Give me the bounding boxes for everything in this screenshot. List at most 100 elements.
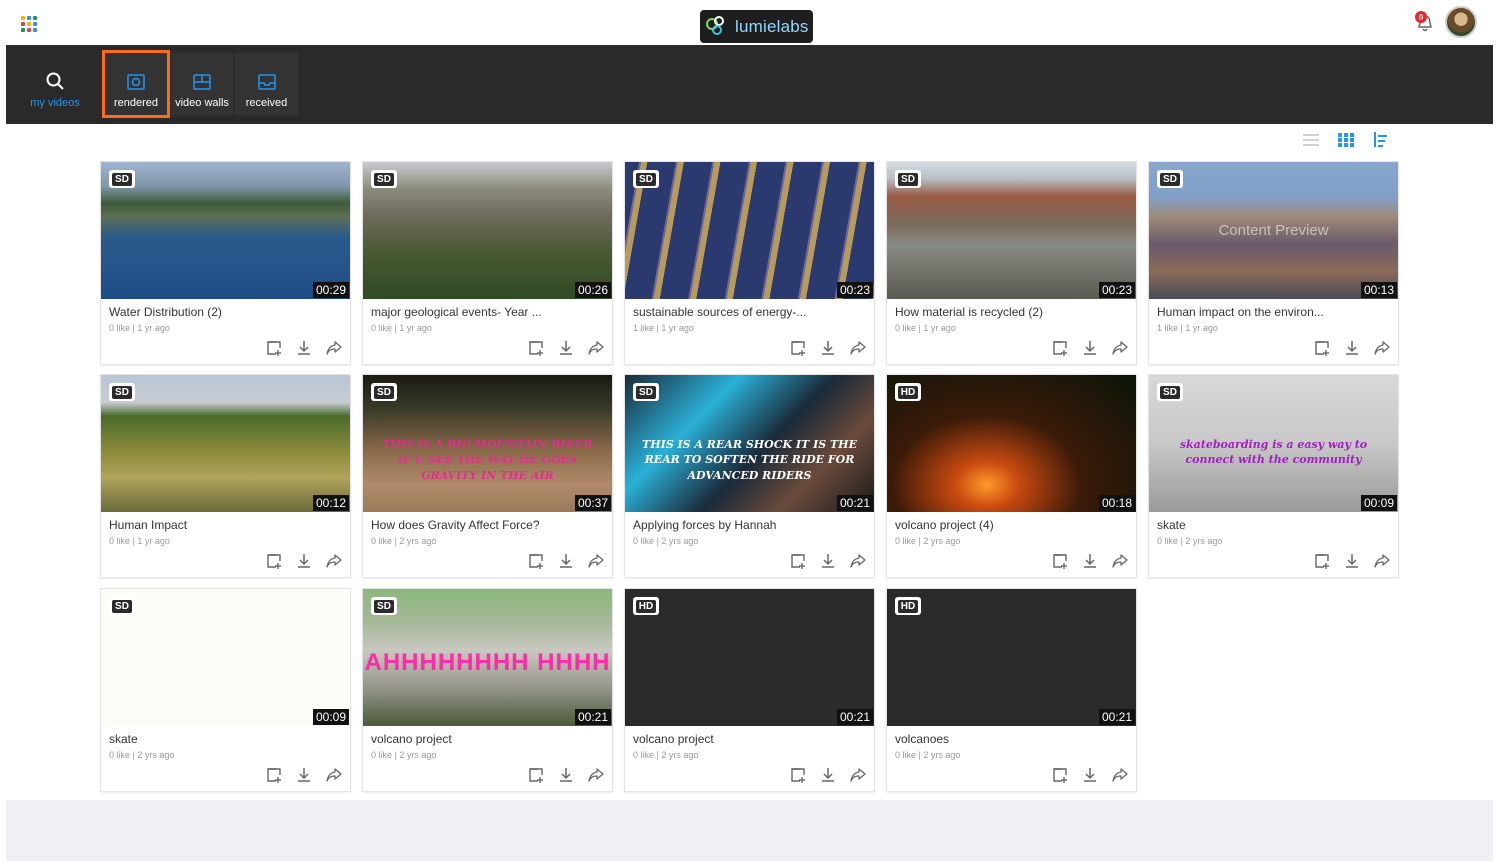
video-thumbnail[interactable]: HD 00:18 — [887, 375, 1136, 512]
nav-rendered-tab[interactable]: rendered — [102, 50, 170, 118]
video-thumbnail[interactable]: HD 00:21 — [887, 589, 1136, 726]
download-icon[interactable] — [557, 766, 574, 783]
video-card[interactable]: SD AHHHHHHHH HHHH 00:21 volcano project … — [362, 588, 613, 792]
share-icon[interactable] — [587, 766, 604, 783]
video-title[interactable]: Applying forces by Hannah — [633, 518, 776, 532]
video-thumbnail[interactable]: SD THIS IS A REAR SHOCK IT IS THE REAR T… — [625, 375, 874, 512]
duration-label: 00:21 — [836, 495, 873, 511]
video-title[interactable]: Human Impact — [109, 518, 187, 532]
video-card[interactable]: SD 00:29 Water Distribution (2) 0 like |… — [100, 161, 351, 365]
nav-video-walls-tab[interactable]: video walls — [171, 53, 233, 115]
download-icon[interactable] — [557, 339, 574, 356]
download-icon[interactable] — [295, 552, 312, 569]
video-card[interactable]: SD skateboarding is a easy way to connec… — [1148, 374, 1399, 578]
video-thumbnail[interactable]: SD skateboarding is a easy way to connec… — [1149, 375, 1398, 512]
download-icon[interactable] — [1081, 339, 1098, 356]
download-icon[interactable] — [557, 552, 574, 569]
video-card[interactable]: HD 00:21 volcanoes 0 like | 2 yrs ago — [886, 588, 1137, 792]
video-title[interactable]: How does Gravity Affect Force? — [371, 518, 540, 532]
video-title[interactable]: skate — [109, 732, 138, 746]
nav-my-videos[interactable]: my videos — [20, 53, 90, 115]
share-icon[interactable] — [1373, 339, 1390, 356]
nav-received-tab[interactable]: received — [235, 53, 298, 115]
share-icon[interactable] — [849, 552, 866, 569]
card-actions — [527, 339, 604, 356]
video-thumbnail[interactable]: SD 00:23 — [625, 162, 874, 299]
share-icon[interactable] — [1111, 552, 1128, 569]
video-thumbnail[interactable]: SD 00:29 — [101, 162, 350, 299]
share-icon[interactable] — [849, 339, 866, 356]
video-card[interactable]: SD 00:09 skate 0 like | 2 yrs ago — [100, 588, 351, 792]
video-title[interactable]: volcano project — [371, 732, 452, 746]
lumielabs-logo[interactable]: lumielabs — [700, 10, 813, 43]
add-to-wall-icon[interactable] — [527, 552, 544, 569]
share-icon[interactable] — [325, 766, 342, 783]
video-thumbnail[interactable]: HD 00:21 — [625, 589, 874, 726]
add-to-wall-icon[interactable] — [1051, 766, 1068, 783]
download-icon[interactable] — [1343, 552, 1360, 569]
share-icon[interactable] — [325, 552, 342, 569]
user-avatar[interactable] — [1445, 6, 1477, 38]
video-card[interactable]: HD 00:18 volcano project (4) 0 like | 2 … — [886, 374, 1137, 578]
add-to-wall-icon[interactable] — [265, 552, 282, 569]
video-title[interactable]: skate — [1157, 518, 1186, 532]
add-to-wall-icon[interactable] — [265, 766, 282, 783]
add-to-wall-icon[interactable] — [1313, 552, 1330, 569]
download-icon[interactable] — [819, 552, 836, 569]
video-card[interactable]: HD 00:21 volcano project 0 like | 2 yrs … — [624, 588, 875, 792]
video-title[interactable]: major geological events- Year ... — [371, 305, 542, 319]
sort-icon[interactable] — [1371, 131, 1389, 149]
add-to-wall-icon[interactable] — [265, 339, 282, 356]
download-icon[interactable] — [1343, 339, 1360, 356]
video-card[interactable]: SD 00:26 major geological events- Year .… — [362, 161, 613, 365]
video-title[interactable]: volcano project — [633, 732, 714, 746]
add-to-wall-icon[interactable] — [1051, 552, 1068, 569]
download-icon[interactable] — [295, 339, 312, 356]
video-thumbnail[interactable]: SD THIS IS A BIG MOUNTAIN BIKER IF U SEE… — [363, 375, 612, 512]
video-title[interactable]: volcano project (4) — [895, 518, 994, 532]
add-to-wall-icon[interactable] — [1313, 339, 1330, 356]
add-to-wall-icon[interactable] — [789, 339, 806, 356]
video-card[interactable]: SD 00:12 Human Impact 0 like | 1 yr ago — [100, 374, 351, 578]
video-card[interactable]: SD THIS IS A REAR SHOCK IT IS THE REAR T… — [624, 374, 875, 578]
card-actions — [1051, 339, 1128, 356]
share-icon[interactable] — [587, 552, 604, 569]
share-icon[interactable] — [1111, 339, 1128, 356]
apps-grid-icon[interactable] — [21, 16, 37, 32]
add-to-wall-icon[interactable] — [527, 339, 544, 356]
video-thumbnail[interactable]: SD AHHHHHHHH HHHH 00:21 — [363, 589, 612, 726]
add-to-wall-icon[interactable] — [789, 766, 806, 783]
video-thumbnail[interactable]: SD 00:09 — [101, 589, 350, 726]
video-thumbnail[interactable]: SD Content Preview 00:13 — [1149, 162, 1398, 299]
notification-bell-icon[interactable]: 0 — [1415, 11, 1435, 34]
share-icon[interactable] — [849, 766, 866, 783]
video-title[interactable]: How material is recycled (2) — [895, 305, 1043, 319]
download-icon[interactable] — [819, 766, 836, 783]
list-view-icon[interactable] — [1302, 131, 1320, 149]
video-thumbnail[interactable]: SD 00:23 — [887, 162, 1136, 299]
download-icon[interactable] — [1081, 766, 1098, 783]
video-card[interactable]: SD 00:23 sustainable sources of energy-.… — [624, 161, 875, 365]
video-card[interactable]: SD 00:23 How material is recycled (2) 0 … — [886, 161, 1137, 365]
share-icon[interactable] — [325, 339, 342, 356]
video-title[interactable]: Water Distribution (2) — [109, 305, 222, 319]
grid-view-icon[interactable] — [1337, 131, 1355, 149]
video-thumbnail[interactable]: SD 00:26 — [363, 162, 612, 299]
add-to-wall-icon[interactable] — [789, 552, 806, 569]
video-card[interactable]: SD THIS IS A BIG MOUNTAIN BIKER IF U SEE… — [362, 374, 613, 578]
share-icon[interactable] — [587, 339, 604, 356]
duration-label: 00:18 — [1098, 495, 1135, 511]
add-to-wall-icon[interactable] — [527, 766, 544, 783]
video-thumbnail[interactable]: SD 00:12 — [101, 375, 350, 512]
share-icon[interactable] — [1111, 766, 1128, 783]
nav-rendered-label: rendered — [113, 97, 159, 109]
video-card[interactable]: SD Content Preview 00:13 Human impact on… — [1148, 161, 1399, 365]
download-icon[interactable] — [819, 339, 836, 356]
video-title[interactable]: Human impact on the environ... — [1157, 305, 1324, 319]
add-to-wall-icon[interactable] — [1051, 339, 1068, 356]
video-title[interactable]: volcanoes — [895, 732, 949, 746]
download-icon[interactable] — [295, 766, 312, 783]
download-icon[interactable] — [1081, 552, 1098, 569]
video-title[interactable]: sustainable sources of energy-... — [633, 305, 806, 319]
share-icon[interactable] — [1373, 552, 1390, 569]
